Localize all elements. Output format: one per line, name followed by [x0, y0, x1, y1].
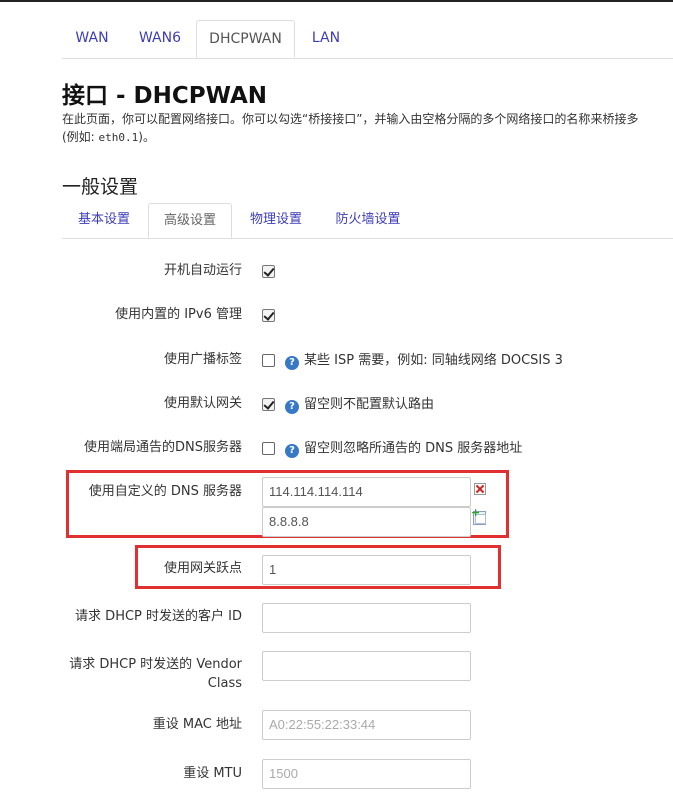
vendor-class-label: 请求 DHCP 时发送的 Vendor Class — [69, 657, 242, 691]
custom-dns-input-2[interactable]: 8.8.8.8 — [262, 507, 471, 537]
mac-address-input[interactable]: A0:22:55:22:33:44 — [262, 710, 471, 740]
description-line-1: 在此页面，你可以配置网络接口。你可以勾选“桥接接口”，并输入由空格分隔的多个网络… — [62, 112, 639, 126]
tab-physical-settings[interactable]: 物理设置 — [234, 203, 318, 238]
default-gateway-checkbox[interactable] — [262, 398, 275, 411]
auto-start-checkbox[interactable] — [262, 265, 275, 278]
mac-address-label: 重设 MAC 地址 — [152, 717, 242, 732]
mtu-label: 重设 MTU — [183, 766, 242, 781]
window-top-border — [0, 0, 673, 2]
remove-icon[interactable] — [474, 483, 486, 495]
builtin-ipv6-checkbox[interactable] — [262, 309, 275, 322]
tab-lan[interactable]: LAN — [298, 20, 354, 58]
custom-dns-label: 使用自定义的 DNS 服务器 — [88, 484, 242, 499]
help-icon: ? — [285, 400, 299, 414]
tab-wan[interactable]: WAN — [62, 20, 122, 58]
client-id-label: 请求 DHCP 时发送的客户 ID — [75, 609, 242, 624]
gateway-metric-label: 使用网关跃点 — [163, 561, 242, 576]
auto-start-label: 开机自动运行 — [163, 263, 242, 278]
tab-wan6[interactable]: WAN6 — [127, 20, 193, 58]
page-description: 在此页面，你可以配置网络接口。你可以勾选“桥接接口”，并输入由空格分隔的多个网络… — [62, 110, 673, 147]
section-title: 一般设置 — [62, 176, 139, 198]
tab-advanced-settings[interactable]: 高级设置 — [148, 203, 232, 238]
broadcast-flag-help: 某些 ISP 需要，例如: 同轴线网络 DOCSIS 3 — [304, 353, 563, 368]
peer-dns-help: 留空则忽略所通告的 DNS 服务器地址 — [304, 441, 523, 456]
custom-dns-input-1[interactable]: 114.114.114.114 — [262, 477, 471, 507]
description-line-2: (例如: eth0.1)。 — [62, 130, 155, 144]
peer-dns-checkbox[interactable] — [262, 442, 275, 455]
tab-firewall-settings[interactable]: 防火墙设置 — [320, 203, 416, 238]
vendor-class-input[interactable] — [262, 651, 471, 681]
tab-dhcpwan[interactable]: DHCPWAN — [196, 20, 295, 58]
tab-basic-settings[interactable]: 基本设置 — [62, 203, 146, 238]
interface-tabs: WAN WAN6 DHCPWAN LAN — [62, 20, 673, 59]
settings-tabs: 基本设置 高级设置 物理设置 防火墙设置 — [62, 203, 673, 239]
client-id-input[interactable] — [262, 603, 471, 633]
mtu-input[interactable]: 1500 — [262, 759, 471, 789]
help-icon: ? — [285, 444, 299, 458]
example-interface-code: eth0.1 — [98, 131, 139, 144]
gateway-metric-input[interactable]: 1 — [262, 555, 471, 585]
help-icon: ? — [285, 356, 299, 370]
add-icon[interactable]: + — [471, 507, 486, 525]
broadcast-flag-checkbox[interactable] — [262, 354, 275, 367]
page-title: 接口 - DHCPWAN — [62, 83, 268, 109]
builtin-ipv6-label: 使用内置的 IPv6 管理 — [115, 307, 242, 322]
default-gateway-label: 使用默认网关 — [163, 396, 242, 411]
peer-dns-label: 使用端局通告的DNS服务器 — [84, 440, 242, 455]
default-gateway-help: 留空则不配置默认路由 — [304, 397, 435, 412]
broadcast-flag-label: 使用广播标签 — [163, 352, 242, 367]
